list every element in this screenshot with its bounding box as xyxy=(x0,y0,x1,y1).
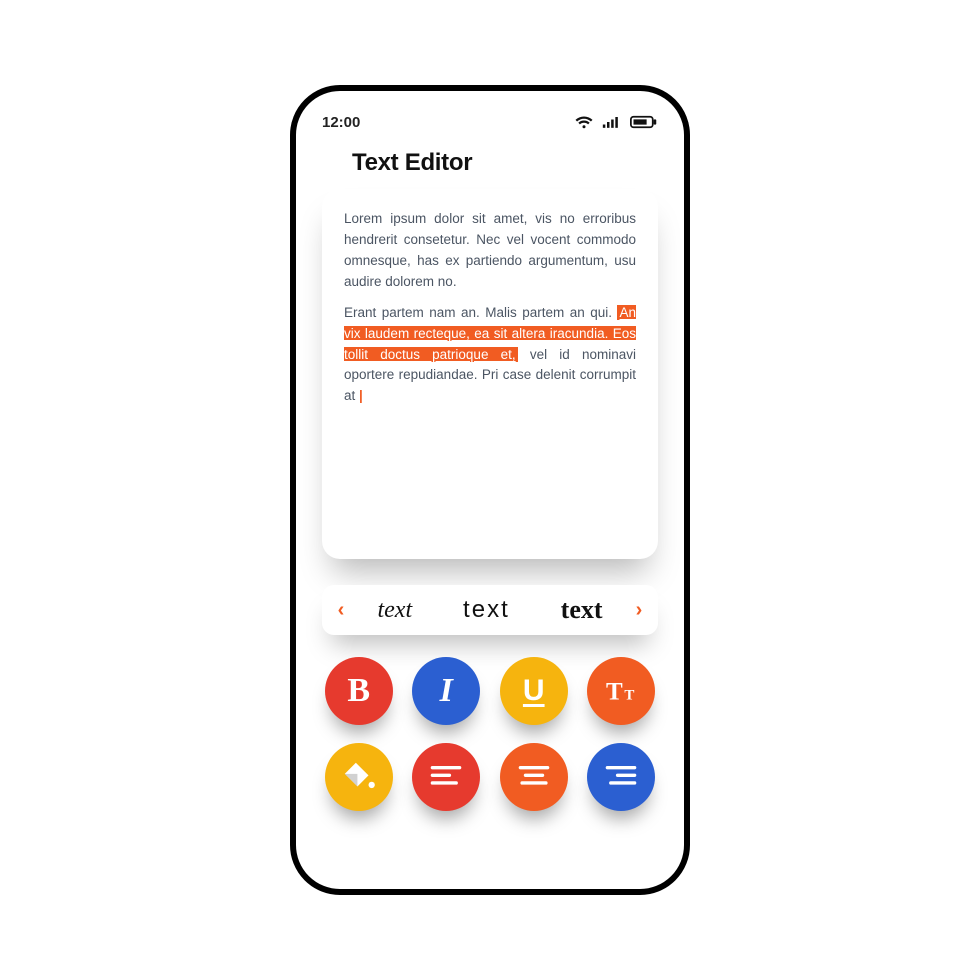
bold-icon: B xyxy=(347,672,370,710)
font-style-picker: ‹ text text text › xyxy=(322,585,658,635)
page-title: Text Editor xyxy=(352,149,664,177)
align-center-icon xyxy=(517,763,551,791)
format-tools-grid: B I U TT xyxy=(324,657,656,811)
font-options: text text text xyxy=(352,595,628,625)
align-right-icon xyxy=(604,763,638,791)
font-next-button[interactable]: › xyxy=(630,599,648,622)
align-center-button[interactable] xyxy=(500,743,568,811)
editor-card[interactable]: Lorem ipsum dolor sit amet, vis no error… xyxy=(322,189,658,559)
underline-icon: U xyxy=(523,674,545,708)
underline-button[interactable]: U xyxy=(500,657,568,725)
phone-frame: 12:00 Text Editor Lorem ipsum dol xyxy=(290,85,690,895)
status-bar: 12:00 xyxy=(316,109,664,135)
editor-paragraph-2[interactable]: Erant partem nam an. Malis partem an qui… xyxy=(344,303,636,408)
text-caret: | xyxy=(359,388,363,403)
font-option-serif-italic[interactable]: text xyxy=(377,597,412,624)
italic-button[interactable]: I xyxy=(412,657,480,725)
align-left-button[interactable] xyxy=(412,743,480,811)
signal-icon xyxy=(602,114,622,130)
fill-color-button[interactable] xyxy=(325,743,393,811)
status-time: 12:00 xyxy=(322,114,360,131)
bold-button[interactable]: B xyxy=(325,657,393,725)
align-right-button[interactable] xyxy=(587,743,655,811)
text-size-button[interactable]: TT xyxy=(587,657,655,725)
wifi-icon xyxy=(574,114,594,130)
align-left-icon xyxy=(429,763,463,791)
editor-paragraph-1[interactable]: Lorem ipsum dolor sit amet, vis no error… xyxy=(344,209,636,293)
status-icons xyxy=(574,114,658,130)
editor-text-before-highlight: Erant partem nam an. Malis partem an qui… xyxy=(344,305,617,320)
text-size-icon: TT xyxy=(601,673,641,709)
italic-icon: I xyxy=(440,672,453,710)
svg-text:T: T xyxy=(625,687,635,703)
battery-icon xyxy=(630,114,658,130)
font-option-brush[interactable]: text xyxy=(561,595,603,625)
font-option-light[interactable]: text xyxy=(463,596,510,624)
paint-bucket-icon xyxy=(340,758,378,796)
screen: 12:00 Text Editor Lorem ipsum dol xyxy=(296,91,684,889)
font-prev-button[interactable]: ‹ xyxy=(332,599,350,622)
svg-text:T: T xyxy=(606,678,623,705)
